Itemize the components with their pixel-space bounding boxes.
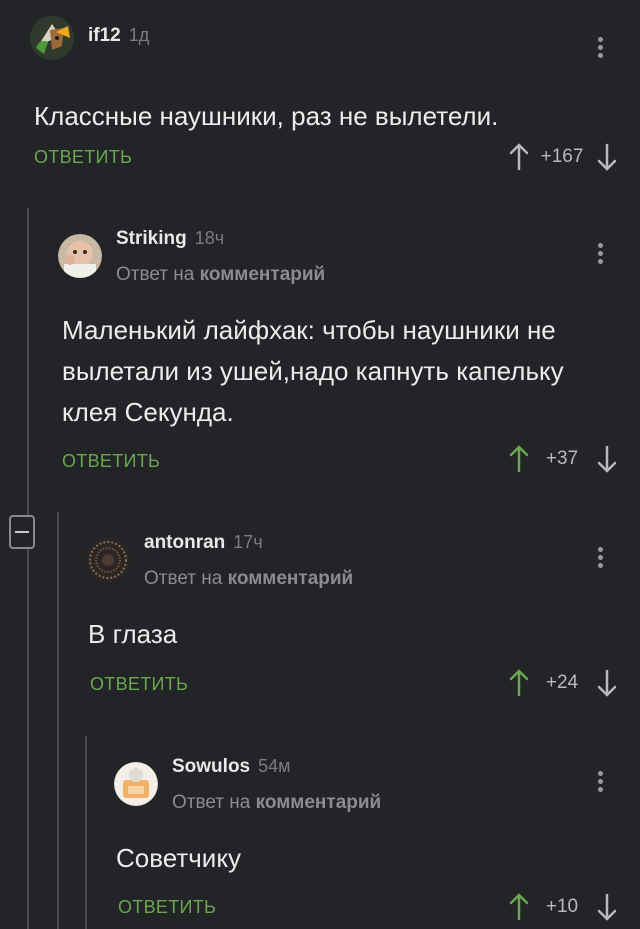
comment-time: 54м	[258, 756, 291, 776]
vote-controls: +10	[508, 890, 618, 924]
avatar[interactable]	[30, 16, 74, 60]
upvote-icon[interactable]	[508, 892, 530, 922]
author-name-text[interactable]: Striking	[116, 228, 187, 249]
score: +167	[540, 146, 584, 167]
avatar[interactable]	[58, 234, 102, 278]
reply-button[interactable]: ОТВЕТИТЬ	[118, 897, 216, 918]
avatar[interactable]	[114, 762, 158, 806]
downvote-icon[interactable]	[596, 668, 618, 698]
reply-to-link[interactable]: Ответ на комментарий	[116, 264, 325, 286]
downvote-icon[interactable]	[596, 142, 618, 172]
upvote-icon[interactable]	[508, 668, 530, 698]
reply-button[interactable]: ОТВЕТИТЬ	[34, 147, 132, 168]
downvote-icon[interactable]	[596, 892, 618, 922]
more-icon[interactable]	[598, 544, 604, 571]
reply-to-prefix: Ответ на	[144, 568, 223, 589]
reply-to-comment-link[interactable]: комментарий	[200, 264, 326, 285]
author-name-text[interactable]: if12	[88, 25, 121, 46]
comment-time: 18ч	[194, 228, 225, 248]
vote-controls: +37	[508, 442, 618, 476]
comment-text: Классные наушники, раз не вылетели.	[34, 101, 499, 131]
thread-line-level-1	[27, 208, 29, 929]
score: +24	[545, 672, 579, 693]
reply-button[interactable]: ОТВЕТИТЬ	[62, 451, 160, 472]
collapse-thread-button[interactable]	[9, 515, 35, 549]
comment-text: Маленький лайфхак: чтобы наушники не выл…	[62, 315, 564, 427]
more-icon[interactable]	[598, 768, 604, 795]
author-name[interactable]: Sowulos 54м	[172, 756, 291, 778]
reply-to-prefix: Ответ на	[116, 264, 195, 285]
author-name-text[interactable]: antonran	[144, 532, 225, 553]
more-icon[interactable]	[598, 240, 604, 267]
reply-to-comment-link[interactable]: комментарий	[256, 792, 382, 813]
reply-to-link[interactable]: Ответ на комментарий	[144, 568, 353, 590]
comment-time: 17ч	[233, 532, 263, 552]
thread-line-level-3	[85, 736, 87, 929]
comment-text: В глаза	[88, 619, 178, 649]
author-name[interactable]: Striking 18ч	[116, 228, 224, 250]
minus-icon	[15, 531, 29, 533]
author-name-text[interactable]: Sowulos	[172, 756, 250, 777]
author-name[interactable]: if12 1д	[88, 25, 149, 47]
reply-to-prefix: Ответ на	[172, 792, 251, 813]
vote-controls: +24	[508, 666, 618, 700]
reply-to-comment-link[interactable]: комментарий	[228, 568, 354, 589]
comment-text: Советчику	[116, 843, 241, 873]
vote-controls: +167	[508, 140, 618, 174]
more-icon[interactable]	[598, 34, 604, 61]
score: +10	[545, 896, 579, 917]
reply-to-link[interactable]: Ответ на комментарий	[172, 792, 381, 814]
downvote-icon[interactable]	[596, 444, 618, 474]
score: +37	[545, 448, 579, 469]
upvote-icon[interactable]	[508, 142, 530, 172]
avatar[interactable]	[86, 538, 130, 582]
comment-time: 1д	[128, 25, 150, 45]
upvote-icon[interactable]	[508, 444, 530, 474]
author-name[interactable]: antonran 17ч	[144, 532, 263, 554]
thread-line-level-2	[57, 512, 59, 929]
reply-button[interactable]: ОТВЕТИТЬ	[90, 674, 188, 695]
